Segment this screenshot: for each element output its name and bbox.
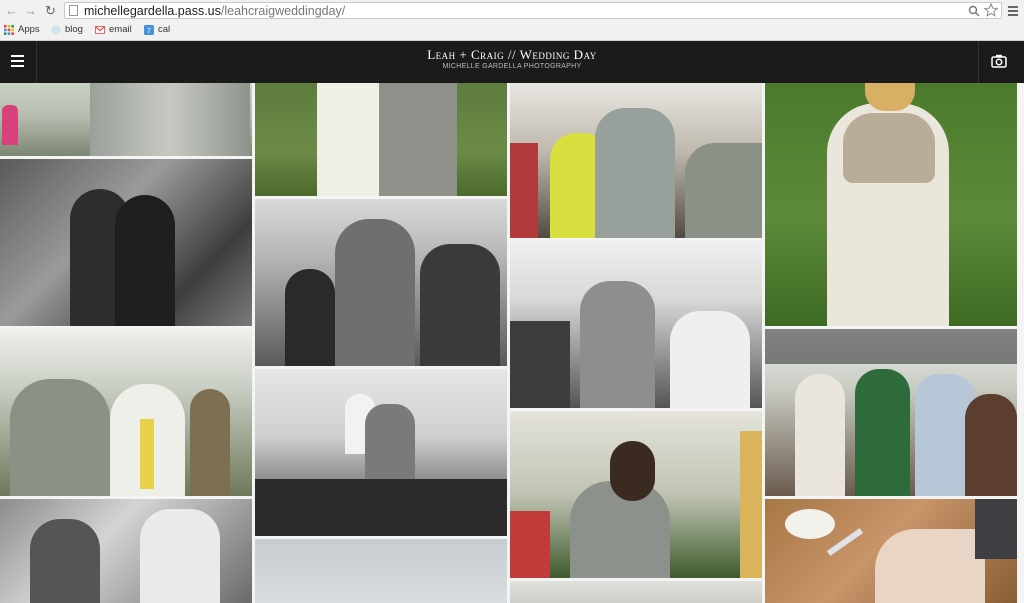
gallery-photo[interactable] xyxy=(765,329,1017,496)
url-text: michellegardella.pass.us/leahcraigweddin… xyxy=(84,4,345,18)
gallery-photo[interactable] xyxy=(510,83,762,238)
search-icon[interactable] xyxy=(968,5,980,17)
gallery-photo[interactable] xyxy=(765,83,1017,326)
bookmark-label: email xyxy=(109,24,132,35)
gallery-photo[interactable] xyxy=(0,329,252,496)
gallery-photo[interactable] xyxy=(510,241,762,408)
gallery-photo[interactable] xyxy=(255,369,507,536)
gallery-photo[interactable] xyxy=(255,539,507,603)
bookmark-apps[interactable]: Apps xyxy=(4,24,40,35)
calendar-icon: 7 xyxy=(144,24,154,35)
url-host: michellegardella.pass.us xyxy=(84,4,221,18)
url-path: /leahcraigweddingday/ xyxy=(220,4,346,18)
gallery-photo[interactable] xyxy=(510,581,762,603)
gmail-icon xyxy=(95,25,105,34)
bookmark-label: cal xyxy=(158,24,171,35)
camera-icon[interactable] xyxy=(978,41,1024,83)
bookmark-label: Apps xyxy=(18,24,40,35)
bookmark-label: blog xyxy=(65,24,83,35)
gallery-photo[interactable] xyxy=(255,83,507,196)
gallery-photo[interactable] xyxy=(255,199,507,366)
svg-text:7: 7 xyxy=(147,28,151,35)
page-subtitle: MICHELLE GARDELLA PHOTOGRAPHY xyxy=(442,63,582,70)
bookmark-cal[interactable]: 7 cal xyxy=(144,24,170,35)
page-title: Leah + Craig // Wedding Day xyxy=(427,47,597,62)
gallery-photo[interactable] xyxy=(510,411,762,578)
chrome-menu-icon[interactable] xyxy=(1007,5,1019,17)
gallery-photo[interactable] xyxy=(765,499,1017,603)
bookmark-email[interactable]: email xyxy=(95,24,132,35)
gallery-photo[interactable] xyxy=(0,499,252,603)
star-icon[interactable] xyxy=(984,3,998,17)
apps-grid-icon xyxy=(4,24,14,35)
globe-icon xyxy=(51,25,61,34)
bookmark-blog[interactable]: blog xyxy=(51,24,83,35)
gallery-photo[interactable] xyxy=(0,83,252,156)
browser-address-bar: ← → ↻ michellegardella.pass.us/leahcraig… xyxy=(0,0,1024,23)
back-arrow-icon[interactable]: ← xyxy=(5,3,18,18)
gallery-photo[interactable] xyxy=(0,159,252,326)
forward-arrow-icon[interactable]: → xyxy=(24,3,37,18)
reload-icon[interactable]: ↻ xyxy=(45,3,56,19)
bookmarks-bar: Apps blog email 7 cal xyxy=(0,22,1024,41)
photo-gallery xyxy=(0,83,1024,603)
page-icon xyxy=(69,5,78,16)
